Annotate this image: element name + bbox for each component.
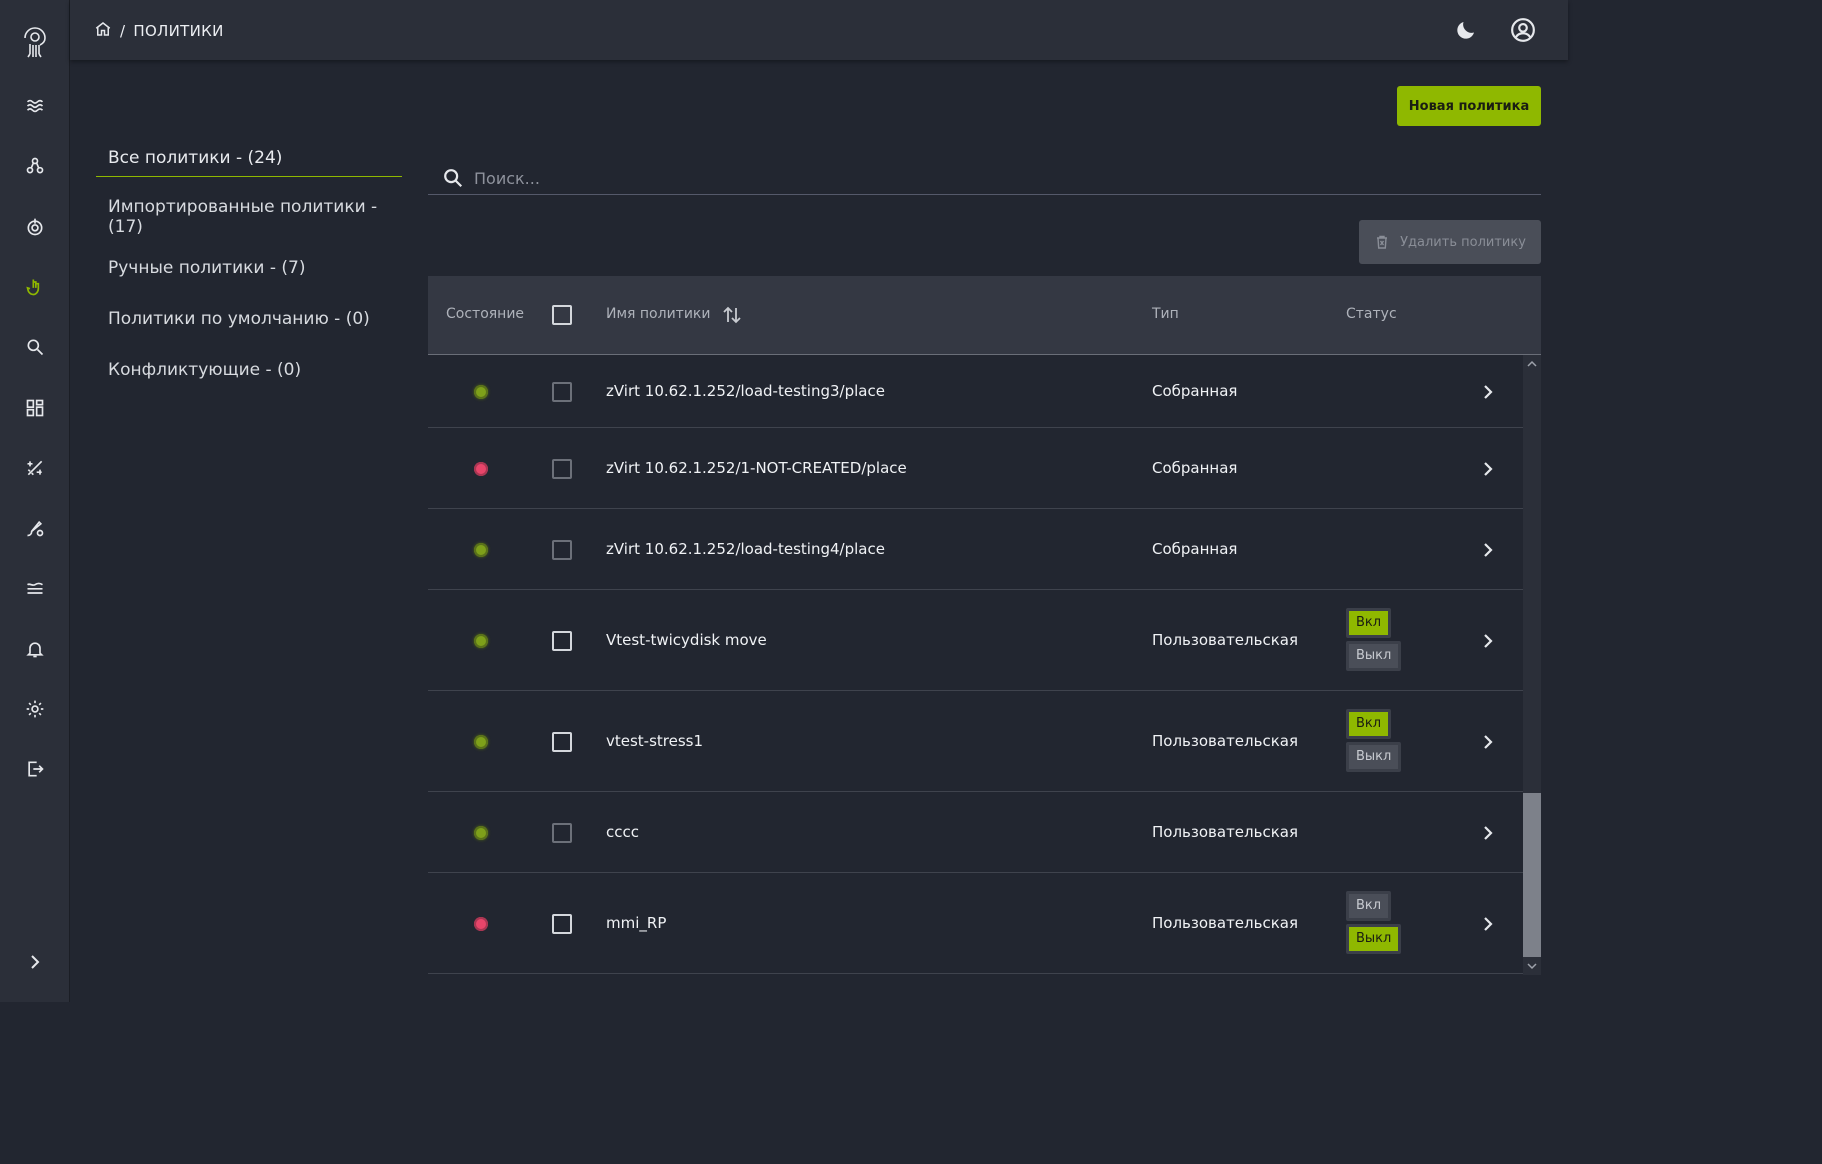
table-header: Состояние Имя политики Тип Статус: [428, 276, 1541, 355]
filter-default[interactable]: Политики по умолчанию - (0): [96, 293, 402, 344]
policy-name: zVirt 10.62.1.252/1-NOT-CREATED/place: [606, 458, 907, 477]
table-row[interactable]: cccc Пользовательская: [428, 792, 1523, 873]
policy-name: mmi_RP: [606, 913, 667, 932]
bell-icon[interactable]: [19, 633, 51, 665]
chevron-right-icon[interactable]: [1478, 732, 1498, 752]
column-status: Статус: [1346, 306, 1397, 322]
policy-type: Собранная: [1152, 539, 1238, 558]
policy-name: zVirt 10.62.1.252/load-testing3/place: [606, 381, 885, 400]
policy-type: Пользовательская: [1152, 731, 1298, 750]
chevron-right-icon[interactable]: [1478, 631, 1498, 651]
sidebar: [0, 0, 70, 1002]
tools-icon[interactable]: [19, 452, 51, 484]
filter-manual[interactable]: Ручные политики - (7): [96, 242, 402, 293]
row-checkbox[interactable]: [552, 913, 572, 934]
status-off-button[interactable]: Выкл: [1346, 741, 1402, 772]
trash-icon: [1377, 235, 1388, 249]
state-indicator: [474, 734, 488, 749]
scrollbar-thumb[interactable]: [1523, 793, 1541, 957]
policy-filters: Все политики - (24) Импортированные поли…: [96, 140, 402, 395]
chevron-right-icon[interactable]: [1478, 914, 1498, 934]
column-state: Состояние: [446, 306, 525, 322]
page-title: ПОЛИТИКИ: [133, 22, 224, 40]
waves-icon[interactable]: [19, 90, 51, 122]
logout-icon[interactable]: [19, 753, 51, 785]
status-on-button[interactable]: Вкл: [1346, 708, 1392, 739]
policy-table-body: zVirt 10.62.1.252/load-testing3/place Соб…: [428, 355, 1523, 975]
dashboard-icon[interactable]: [19, 392, 51, 424]
policy-name: vtest-stress1: [606, 731, 704, 750]
policy-type: Пользовательская: [1152, 630, 1298, 649]
policy-type: Пользовательская: [1152, 913, 1298, 932]
filter-conflicting[interactable]: Конфликтующие - (0): [96, 344, 402, 395]
app-logo-icon[interactable]: [19, 24, 51, 60]
scroll-down-icon[interactable]: [1526, 961, 1538, 971]
state-indicator: [474, 633, 488, 648]
brush-gear-icon[interactable]: [19, 512, 51, 544]
table-row[interactable]: Vtest-twicydisk move Пользовательская Вкл В…: [428, 590, 1523, 691]
policy-name: zVirt 10.62.1.252/load-testing4/place: [606, 539, 885, 558]
expand-sidebar-icon[interactable]: [23, 950, 47, 974]
breadcrumb: / ПОЛИТИКИ: [94, 20, 224, 42]
status-off-button[interactable]: Выкл: [1346, 640, 1402, 671]
delete-policy-label: Удалить политику: [1400, 234, 1526, 250]
sort-icon[interactable]: [722, 304, 742, 326]
row-checkbox[interactable]: [552, 381, 572, 402]
moon-icon[interactable]: [1452, 16, 1480, 44]
policy-name: Vtest-twicydisk move: [606, 630, 767, 649]
select-all-checkbox[interactable]: [552, 305, 572, 325]
filter-imported[interactable]: Импортированные политики - (17): [96, 191, 402, 242]
scroll-up-icon[interactable]: [1526, 359, 1538, 369]
search-icon[interactable]: [19, 331, 51, 363]
column-type: Тип: [1152, 306, 1179, 322]
status-on-button[interactable]: Вкл: [1346, 890, 1392, 921]
user-circle-icon[interactable]: [1509, 16, 1537, 44]
state-indicator: [474, 542, 488, 557]
search-input[interactable]: [474, 168, 1541, 188]
table-row[interactable]: zVirt 10.62.1.252/load-testing3/place Соб…: [428, 355, 1523, 428]
policy-type: Пользовательская: [1152, 822, 1298, 841]
status-toggle: Вкл Выкл: [1346, 890, 1402, 954]
layers-icon[interactable]: [19, 572, 51, 604]
state-indicator: [474, 461, 488, 476]
state-indicator: [474, 916, 488, 931]
filter-all[interactable]: Все политики - (24): [96, 140, 402, 177]
chevron-right-icon[interactable]: [1478, 459, 1498, 479]
policy-type: Собранная: [1152, 381, 1238, 400]
status-off-button[interactable]: Выкл: [1346, 923, 1402, 954]
status-toggle: Вкл Выкл: [1346, 708, 1402, 772]
row-checkbox[interactable]: [552, 731, 572, 752]
chevron-right-icon[interactable]: [1478, 382, 1498, 402]
table-row[interactable]: zVirt 10.62.1.252/load-testing4/place Соб…: [428, 509, 1523, 590]
policy-hand-icon[interactable]: [19, 271, 51, 303]
new-policy-button[interactable]: Новая политика: [1397, 86, 1541, 126]
chevron-right-icon[interactable]: [1478, 540, 1498, 560]
power-target-icon[interactable]: [19, 211, 51, 243]
home-icon[interactable]: [94, 20, 112, 42]
table-row[interactable]: zVirt 10.62.1.252/1-NOT-CREATED/place Соб…: [428, 428, 1523, 509]
status-toggle: Вкл Выкл: [1346, 607, 1402, 671]
search-bar: [428, 162, 1541, 195]
policy-type: Собранная: [1152, 458, 1238, 477]
row-checkbox[interactable]: [552, 630, 572, 651]
settings-icon[interactable]: [19, 693, 51, 725]
delete-policy-button[interactable]: Удалить политику: [1359, 220, 1541, 264]
row-checkbox[interactable]: [552, 539, 572, 560]
breadcrumb-separator: /: [120, 22, 126, 40]
status-on-button[interactable]: Вкл: [1346, 607, 1392, 638]
search-icon: [444, 169, 463, 188]
row-checkbox[interactable]: [552, 822, 572, 843]
row-checkbox[interactable]: [552, 458, 572, 479]
column-name[interactable]: Имя политики: [606, 306, 710, 322]
policy-name: cccc: [606, 822, 639, 841]
top-bar: / ПОЛИТИКИ: [70, 0, 1568, 60]
state-indicator: [474, 384, 488, 399]
chevron-right-icon[interactable]: [1478, 823, 1498, 843]
table-row[interactable]: vtest-stress1 Пользовательская Вкл Выкл: [428, 691, 1523, 792]
table-row[interactable]: mmi_RP Пользовательская Вкл Выкл: [428, 873, 1523, 974]
state-indicator: [474, 825, 488, 840]
nodes-icon[interactable]: [19, 150, 51, 182]
